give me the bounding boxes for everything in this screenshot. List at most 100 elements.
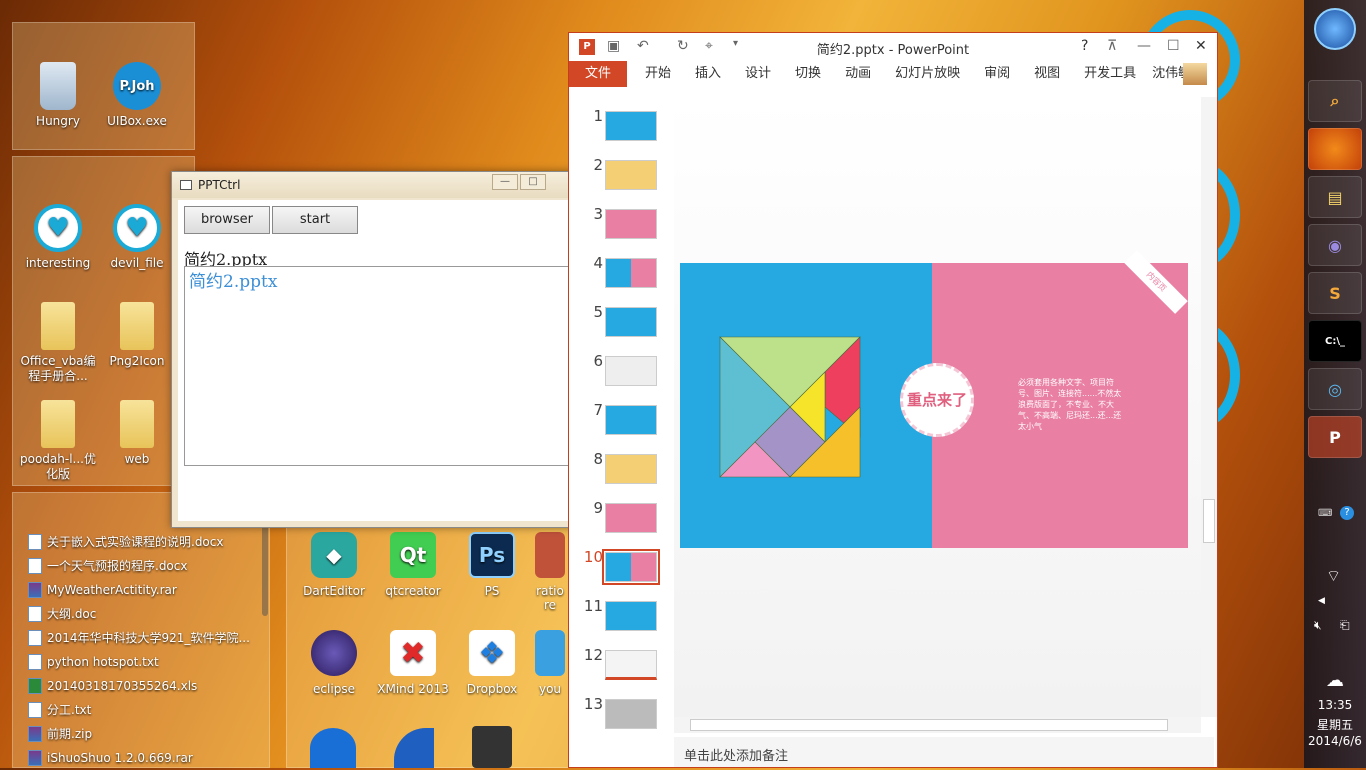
volume-muted-icon[interactable]: 🔇︎ [1314, 618, 1322, 633]
desktop-icon-poodah[interactable]: poodah-l...优化版 [18, 400, 98, 482]
tab-review[interactable]: 审阅 [972, 61, 1022, 87]
help-button[interactable]: ? [1081, 38, 1088, 54]
maximize-button[interactable]: □ [520, 174, 546, 190]
desktop-icon-darteditor[interactable]: ◆ DartEditor [294, 532, 374, 598]
close-button[interactable]: ✕ [1195, 38, 1207, 54]
slide-thumbnail[interactable]: 13 [577, 695, 669, 735]
desktop-icon-dropbox[interactable]: ❖ Dropbox [452, 630, 532, 696]
tab-view[interactable]: 视图 [1022, 61, 1072, 87]
taskbar-explorer[interactable]: ▤ [1308, 176, 1362, 218]
file-label: 20140318170355264.xls [47, 679, 198, 693]
file-label: iShuoShuo 1.2.0.669.rar [47, 751, 193, 765]
start-button[interactable] [1314, 8, 1356, 50]
notes-pane[interactable]: 单击此处添加备注 [674, 737, 1214, 767]
list-item[interactable]: 2014年华中科技大学921_软件学院... [28, 626, 258, 650]
list-item[interactable]: 大纲.doc [28, 602, 258, 626]
slide-thumbnail[interactable]: 1 [577, 107, 669, 147]
slide-body-text: 必须套用各种文字、项目符号、图片、连接符......不然太浪费版面了，不专业、不… [1018, 378, 1122, 431]
desktop-icon-you[interactable]: you [531, 630, 569, 696]
slide-thumbnail[interactable]: 8 [577, 450, 669, 490]
slide-thumbnail[interactable]: 2 [577, 156, 669, 196]
list-item[interactable]: python hotspot.txt [28, 650, 258, 674]
horizontal-scrollbar[interactable] [674, 717, 1201, 733]
slide-thumbnail[interactable]: 11 [577, 597, 669, 637]
usb-icon[interactable]: ⎗ [1340, 618, 1350, 633]
taskbar-cmd[interactable]: C:\_ [1308, 320, 1362, 362]
browser-button[interactable]: browser [184, 206, 270, 234]
ribbon-display-icon[interactable]: ⊼ [1107, 38, 1117, 54]
avatar[interactable] [1183, 63, 1207, 85]
desktop-icon-xmind[interactable]: ✖ XMind 2013 [373, 630, 453, 696]
taskbar-eclipse[interactable]: ◉ [1308, 224, 1362, 266]
vertical-scrollbar[interactable] [1201, 97, 1217, 717]
folder-icon [41, 302, 75, 350]
desktop-icon-interesting[interactable]: ♥ interesting [18, 204, 98, 271]
current-slide[interactable]: 内容页 重点来了 必须套用各种文字、项目符号、图片、连接符......不然太浪费… [680, 250, 1188, 548]
list-item[interactable]: 分工.txt [28, 698, 258, 722]
text-file-icon [28, 702, 42, 718]
tab-file[interactable]: 文件 [569, 61, 627, 87]
desktop-icon-label: interesting [25, 256, 91, 270]
wifi-icon[interactable]: ⌔ [1326, 566, 1341, 586]
app-icon[interactable] [472, 726, 512, 768]
desktop-icon-ps[interactable]: Ps PS [452, 532, 532, 598]
maximize-button[interactable]: ☐ [1167, 38, 1180, 54]
slide-thumbnail[interactable]: 5 [577, 303, 669, 343]
slide-number: 12 [583, 646, 603, 664]
taskbar-uibox[interactable]: ◎ [1308, 368, 1362, 410]
list-item[interactable]: 前期.zip [28, 722, 258, 746]
slide-thumbnail[interactable]: 12 [577, 646, 669, 686]
taskbar-firefox[interactable] [1308, 128, 1362, 170]
scrollbar-thumb[interactable] [1203, 499, 1215, 543]
taskbar-powerpoint[interactable]: P [1308, 416, 1362, 458]
slide-preview [605, 111, 657, 141]
minimize-button[interactable]: — [1137, 38, 1151, 54]
slide-number: 9 [593, 499, 603, 517]
slide-thumbnail[interactable]: 4 [577, 254, 669, 294]
list-item[interactable]: 关于嵌入式实验课程的说明.docx [28, 530, 258, 554]
desktop-icon-eclipse[interactable]: eclipse [294, 630, 374, 696]
window-titlebar[interactable]: P ▣ ↶ ↻ ⌖ ▾ 简约2.pptx - PowerPoint ? ⊼ — … [569, 33, 1217, 61]
tab-slideshow[interactable]: 幻灯片放映 [883, 61, 972, 87]
slide-thumbnail[interactable]: 3 [577, 205, 669, 245]
minimize-button[interactable]: — [492, 174, 518, 190]
keyboard-icon[interactable]: ⌨ [1318, 508, 1332, 519]
desktop-icon-office-vba[interactable]: Office_vba编程手册合... [18, 302, 98, 384]
list-item[interactable]: 20140318170355264.xls [28, 674, 258, 698]
list-item[interactable]: MyWeatherActitity.rar [28, 578, 258, 602]
tab-developer[interactable]: 开发工具 [1072, 61, 1148, 87]
slide-number: 7 [593, 401, 603, 419]
tab-home[interactable]: 开始 [633, 61, 683, 87]
media-player-icon[interactable] [310, 728, 356, 768]
start-button[interactable]: start [272, 206, 358, 234]
tab-animations[interactable]: 动画 [833, 61, 883, 87]
desktop-icon-devil-file[interactable]: ♥ devil_file [97, 204, 177, 271]
scrollbar-thumb[interactable] [690, 719, 1168, 731]
list-item[interactable]: 一个天气预报的程序.docx [28, 554, 258, 578]
slide-thumbnail[interactable]: 9 [577, 499, 669, 539]
desktop-icon-uibox[interactable]: P.Joh UIBox.exe [97, 62, 177, 129]
desktop-icon-hungry[interactable]: Hungry [18, 62, 98, 129]
slide-thumbnail[interactable]: 7 [577, 401, 669, 441]
slide-thumbnail[interactable]: 6 [577, 352, 669, 392]
taskbar-search-app[interactable]: ⌕ [1308, 80, 1362, 122]
tab-transitions[interactable]: 切换 [783, 61, 833, 87]
desktop-icon-ratio[interactable]: ratio re [531, 532, 569, 612]
cloud-icon[interactable]: ☁ [1326, 670, 1344, 691]
desktop-icon-png2icon[interactable]: Png2Icon [97, 302, 177, 369]
chevron-left-icon[interactable]: ◀ [1318, 596, 1325, 606]
desktop-icon-web[interactable]: web [97, 400, 177, 467]
clock-time[interactable]: 13:35 [1304, 698, 1366, 712]
file-text-area[interactable]: 简约2.pptx [184, 266, 584, 466]
slide-editor: 内容页 重点来了 必须套用各种文字、项目符号、图片、连接符......不然太浪费… [674, 97, 1202, 717]
desktop-icon-qtcreator[interactable]: Qt qtcreator [373, 532, 453, 598]
list-item[interactable]: iShuoShuo 1.2.0.669.rar [28, 746, 258, 770]
taskbar-sublime[interactable]: S [1308, 272, 1362, 314]
clock-weekday: 星期五 [1316, 718, 1353, 732]
archive-file-icon [28, 582, 42, 598]
slide-thumbnail-selected[interactable]: 10 [577, 548, 669, 588]
tab-design[interactable]: 设计 [733, 61, 783, 87]
help-icon[interactable]: ? [1340, 506, 1354, 520]
tab-insert[interactable]: 插入 [683, 61, 733, 87]
taskbar: ⌕ ▤ ◉ S C:\_ ◎ P ⌨ ? ⌔ ◀ 🔇︎ ⎗ ☁ 13:35 星期… [1304, 0, 1366, 768]
